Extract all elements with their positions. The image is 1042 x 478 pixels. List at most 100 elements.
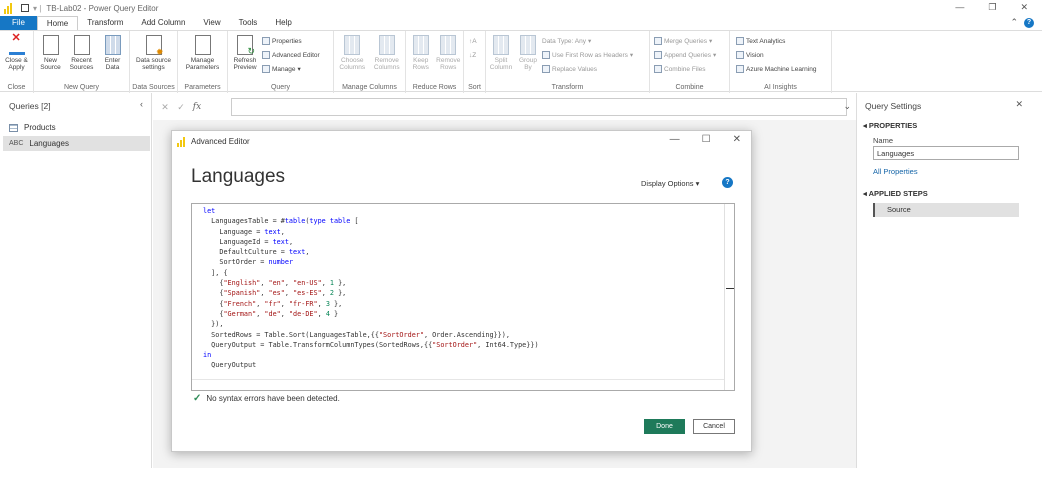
advanced-editor-dialog: Advanced Editor — ☐ ✕ Languages Display … bbox=[171, 130, 752, 452]
tab-view[interactable]: View bbox=[194, 16, 229, 30]
syntax-message: No syntax errors have been detected. bbox=[206, 394, 340, 403]
dialog-minimize-button[interactable]: — bbox=[670, 134, 680, 145]
dialog-help-icon[interactable]: ? bbox=[722, 177, 733, 188]
applied-step-source[interactable]: Source bbox=[873, 203, 1019, 217]
code-line: {"French", "fr", "fr-FR", 3 }, bbox=[203, 299, 343, 308]
close-settings-icon[interactable]: ✕ bbox=[1015, 99, 1023, 110]
editor-scrollbar[interactable] bbox=[724, 204, 734, 390]
syntax-status: ✓ No syntax errors have been detected. bbox=[193, 393, 340, 404]
properties-section-label: PROPERTIES bbox=[868, 121, 918, 130]
query-item-products[interactable]: Products bbox=[3, 120, 150, 135]
applied-steps-section[interactable]: ◂ APPLIED STEPS bbox=[863, 189, 928, 198]
enter-data-line2: Data bbox=[105, 64, 120, 71]
combine-files-button[interactable]: Combine Files bbox=[654, 63, 716, 75]
azure-ml-button[interactable]: Azure Machine Learning bbox=[736, 63, 816, 75]
advanced-editor-button[interactable]: Advanced Editor bbox=[262, 49, 320, 61]
query-name-input[interactable] bbox=[873, 146, 1019, 160]
code-line: let bbox=[203, 207, 216, 215]
group-parameters: Manage Parameters Parameters bbox=[178, 31, 228, 93]
manage-query-button[interactable]: Manage ▾ bbox=[262, 63, 320, 75]
tab-add-column[interactable]: Add Column bbox=[132, 16, 194, 30]
group-reduce-rows: Keep Rows Remove Rows Reduce Rows bbox=[406, 31, 464, 93]
replace-values-label: Replace Values bbox=[552, 65, 598, 73]
all-properties-link[interactable]: All Properties bbox=[873, 167, 918, 176]
remove-columns-line1: Remove bbox=[374, 57, 399, 64]
sort-descending-icon[interactable]: ↓Z bbox=[469, 49, 477, 61]
data-type-dropdown[interactable]: Data Type: Any ▾ bbox=[542, 35, 633, 47]
close-window-button[interactable]: ✕ bbox=[1020, 2, 1028, 13]
keep-rows-line2: Rows bbox=[412, 64, 429, 71]
formula-bar: ✕ ✓ fx ⌄ bbox=[157, 98, 853, 116]
dialog-maximize-button[interactable]: ☐ bbox=[702, 134, 711, 145]
dialog-heading: Languages bbox=[191, 166, 286, 187]
done-button[interactable]: Done bbox=[644, 419, 685, 434]
collapse-queries-icon[interactable]: ‹ bbox=[140, 99, 143, 109]
restore-button[interactable]: ❐ bbox=[988, 2, 996, 13]
advanced-editor-label: Advanced Editor bbox=[272, 51, 320, 59]
display-options-dropdown[interactable]: Display Options ▾ bbox=[641, 179, 699, 188]
enter-data-icon bbox=[104, 35, 121, 55]
query-item-languages[interactable]: ABC Languages bbox=[3, 136, 150, 151]
manage-icon bbox=[262, 65, 270, 73]
merge-queries-button[interactable]: Merge Queries ▾ bbox=[654, 35, 716, 47]
properties-label: Properties bbox=[272, 37, 302, 45]
replace-values-button[interactable]: Replace Values bbox=[542, 63, 633, 75]
commit-formula-icon[interactable]: ✓ bbox=[173, 102, 189, 113]
properties-button[interactable]: Properties bbox=[262, 35, 320, 47]
close-apply-line2: Apply bbox=[8, 64, 25, 71]
query-settings-pane: Query Settings ✕ ◂ PROPERTIES Name All P… bbox=[856, 93, 1042, 468]
text-analytics-button[interactable]: Text Analytics bbox=[736, 35, 816, 47]
help-icon[interactable]: ? bbox=[1024, 18, 1034, 28]
code-editor[interactable]: let LanguagesTable = #table(type table [… bbox=[191, 203, 735, 391]
minimize-button[interactable]: — bbox=[955, 2, 964, 13]
choose-columns-line1: Choose bbox=[341, 57, 364, 64]
formula-input[interactable] bbox=[231, 98, 847, 116]
expand-formula-icon[interactable]: ⌄ bbox=[843, 101, 851, 112]
group-by-line1: Group bbox=[518, 57, 538, 64]
split-column-line2: Column bbox=[489, 64, 513, 71]
azure-ml-icon bbox=[736, 65, 744, 73]
tab-tools[interactable]: Tools bbox=[230, 16, 267, 30]
cancel-button[interactable]: Cancel bbox=[693, 419, 735, 434]
group-sort: ↑A ↓Z Sort bbox=[464, 31, 486, 93]
append-queries-button[interactable]: Append Queries ▾ bbox=[654, 49, 716, 61]
tab-help[interactable]: Help bbox=[266, 16, 300, 30]
table-icon bbox=[9, 123, 18, 132]
group-manage-columns: Choose Columns Remove Columns Manage Col… bbox=[334, 31, 406, 93]
text-analytics-label: Text Analytics bbox=[746, 37, 786, 45]
data-type-label: Data Type: Any bbox=[542, 37, 586, 45]
code-line: QueryOutput bbox=[203, 361, 257, 370]
tab-home[interactable]: Home bbox=[36, 16, 79, 30]
dialog-close-button[interactable]: ✕ bbox=[733, 134, 741, 145]
code-line: SortedRows = Table.Sort(LanguagesTable,{… bbox=[203, 330, 510, 339]
queries-pane: Queries [2] ‹ Products ABC Languages bbox=[0, 93, 152, 468]
tab-file[interactable]: File bbox=[0, 16, 37, 30]
merge-queries-label: Merge Queries bbox=[664, 37, 707, 45]
group-new-query: New Source Recent Sources Enter Data New… bbox=[34, 31, 130, 93]
sort-ascending-icon[interactable]: ↑A bbox=[469, 35, 477, 47]
ribbon-tabs: File Home Transform Add Column View Tool… bbox=[0, 16, 1042, 30]
dialog-title: Advanced Editor bbox=[191, 137, 250, 146]
group-label-transform: Transform bbox=[551, 84, 584, 91]
close-apply-line1: Close & bbox=[5, 57, 28, 64]
use-first-row-button[interactable]: Use First Row as Headers ▾ bbox=[542, 49, 633, 61]
cancel-formula-icon[interactable]: ✕ bbox=[157, 102, 173, 113]
query-item-label: Languages bbox=[29, 139, 69, 148]
properties-section[interactable]: ◂ PROPERTIES bbox=[863, 121, 917, 130]
vision-icon bbox=[736, 51, 744, 59]
display-options-label: Display Options bbox=[641, 179, 694, 188]
recent-sources-icon bbox=[73, 35, 90, 55]
group-label-new-query: New Query bbox=[63, 84, 99, 91]
collapse-ribbon-icon[interactable]: ⌃ bbox=[1010, 17, 1018, 28]
group-close: ✕ Close & Apply Close bbox=[0, 31, 34, 93]
group-label-query: Query bbox=[270, 84, 291, 91]
vision-button[interactable]: Vision bbox=[736, 49, 816, 61]
fx-icon[interactable]: fx bbox=[189, 102, 205, 112]
text-type-icon: ABC bbox=[9, 140, 24, 147]
dialog-titlebar: Advanced Editor bbox=[177, 136, 250, 147]
save-icon[interactable] bbox=[21, 4, 29, 12]
remove-rows-icon bbox=[440, 35, 457, 55]
tab-transform[interactable]: Transform bbox=[78, 16, 132, 30]
enter-data-line1: Enter bbox=[104, 57, 121, 64]
quick-access-dropdown-icon[interactable]: ▾ | bbox=[33, 4, 41, 13]
